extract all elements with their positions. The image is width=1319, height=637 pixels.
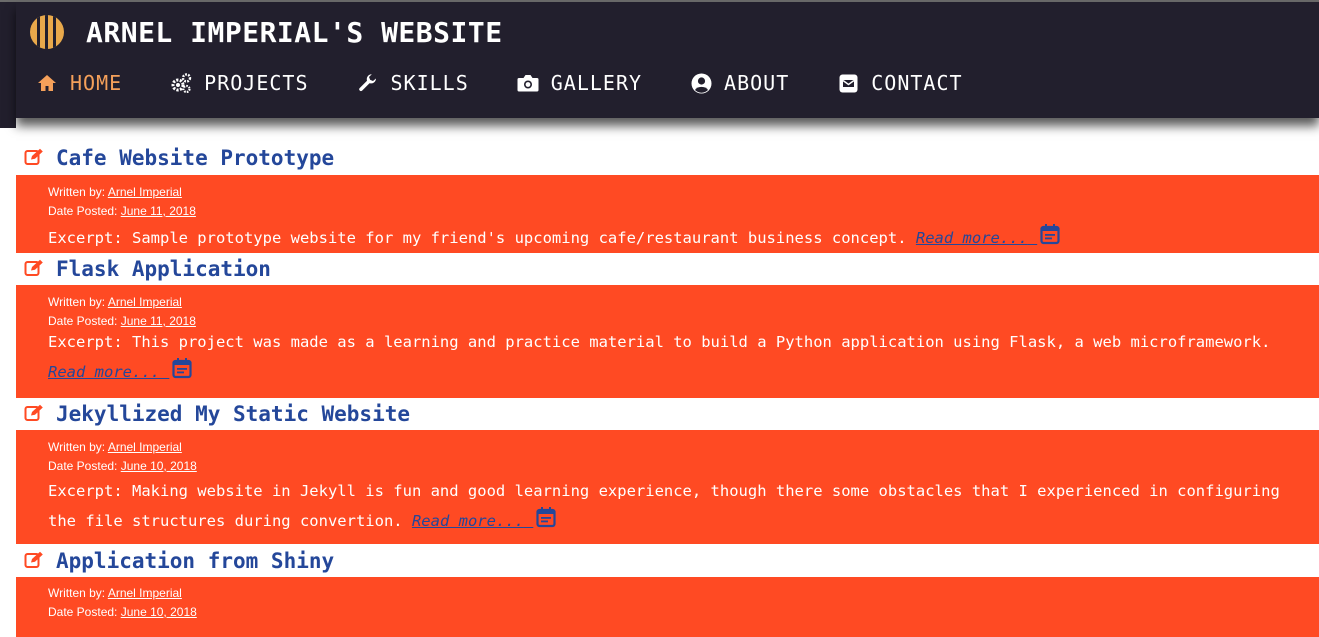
author-link[interactable]: Arnel Imperial [108,586,182,600]
wrench-icon [357,72,379,94]
home-icon [36,72,58,94]
excerpt-text: Excerpt: Sample prototype website for my… [48,229,907,247]
written-by-label: Written by: [48,185,106,199]
post-title[interactable]: Application from Shiny [16,544,1319,577]
nav-gallery[interactable]: GALLERY [517,71,642,95]
date-link[interactable]: June 10, 2018 [121,459,197,473]
gears-icon [170,72,192,94]
post-list: Cafe Website Prototype Written by: Arnel… [16,140,1319,637]
written-by-label: Written by: [48,586,106,600]
date-link[interactable]: June 11, 2018 [121,204,196,218]
read-more-link[interactable]: Read more... [48,358,193,381]
nav-home[interactable]: HOME [36,71,122,95]
post-item: Jekyllized My Static Website Written by:… [16,398,1319,544]
post-excerpt: Excerpt: Making website in Jekyll is fun… [48,476,1299,536]
nav-skills-label: SKILLS [390,71,469,95]
site-header: ARNEL IMPERIAL'S WEBSITE HOME PROJECTS S… [16,2,1319,118]
post-date: Date Posted: June 10, 2018 [48,457,1299,476]
post-title[interactable]: Jekyllized My Static Website [16,398,1319,430]
author-link[interactable]: Arnel Imperial [108,295,182,309]
site-logo-icon[interactable] [30,15,64,49]
date-posted-label: Date Posted: [48,314,118,328]
post-excerpt: Excerpt: Sample prototype website for my… [48,223,1299,253]
post-body: Written by: Arnel Imperial Date Posted: … [16,285,1319,398]
nav-gallery-label: GALLERY [550,71,643,95]
post-author: Written by: Arnel Imperial [48,584,1299,603]
read-more-label: Read more... [915,229,1028,247]
read-more-label: Read more... [48,363,160,381]
post-item: Flask Application Written by: Arnel Impe… [16,253,1319,398]
read-more-label: Read more... [411,512,524,530]
post-date: Date Posted: June 11, 2018 [48,202,1299,221]
post-date: Date Posted: June 10, 2018 [48,603,1299,622]
read-more-link[interactable]: Read more... [411,507,557,530]
date-link[interactable]: June 10, 2018 [121,605,197,619]
author-link[interactable]: Arnel Imperial [108,185,182,199]
post-title-text: Jekyllized My Static Website [56,402,411,426]
edit-icon [24,551,44,571]
calendar-icon [1040,224,1060,245]
main-nav: HOME PROJECTS SKILLS GALLERY ABOUT CONTA… [36,68,1011,98]
date-posted-label: Date Posted: [48,204,118,218]
post-body: Written by: Arnel Imperial Date Posted: … [16,175,1319,253]
edit-icon [24,148,44,168]
written-by-label: Written by: [48,440,106,454]
nav-contact-label: CONTACT [871,71,963,95]
user-circle-icon [690,72,712,94]
calendar-icon [536,507,556,528]
post-title[interactable]: Flask Application [16,253,1319,285]
post-item: Application from Shiny Written by: Arnel… [16,544,1319,637]
nav-contact[interactable]: CONTACT [837,71,962,95]
post-body: Written by: Arnel Imperial Date Posted: … [16,577,1319,637]
excerpt-text: Excerpt: This project was made as a lear… [48,333,1271,351]
calendar-icon [172,358,192,379]
edit-icon [24,404,44,424]
camera-icon [517,72,539,94]
written-by-label: Written by: [48,295,106,309]
envelope-icon [837,72,859,94]
nav-about-label: ABOUT [724,71,790,95]
post-title-text: Cafe Website Prototype [56,145,335,170]
excerpt-text: Excerpt: Making website in Jekyll is fun… [48,482,1280,530]
site-title[interactable]: ARNEL IMPERIAL'S WEBSITE [86,16,503,49]
nav-projects-label: PROJECTS [204,71,309,95]
post-title-text: Flask Application [56,257,271,281]
date-posted-label: Date Posted: [48,605,118,619]
post-item: Cafe Website Prototype Written by: Arnel… [16,140,1319,253]
read-more-link[interactable]: Read more... [915,224,1061,247]
author-link[interactable]: Arnel Imperial [108,440,182,454]
post-author: Written by: Arnel Imperial [48,438,1299,457]
post-excerpt: Excerpt: This project was made as a lear… [48,327,1299,387]
header-edge [0,2,16,128]
post-author: Written by: Arnel Imperial [48,293,1299,312]
edit-icon [24,259,44,279]
nav-about[interactable]: ABOUT [690,71,789,95]
date-posted-label: Date Posted: [48,459,118,473]
post-author: Written by: Arnel Imperial [48,183,1299,202]
post-title-text: Application from Shiny [56,548,335,573]
date-link[interactable]: June 11, 2018 [121,314,196,328]
post-title[interactable]: Cafe Website Prototype [16,140,1319,175]
nav-projects[interactable]: PROJECTS [170,71,308,95]
post-body: Written by: Arnel Imperial Date Posted: … [16,430,1319,544]
nav-home-label: HOME [70,71,123,95]
nav-skills[interactable]: SKILLS [357,71,469,95]
